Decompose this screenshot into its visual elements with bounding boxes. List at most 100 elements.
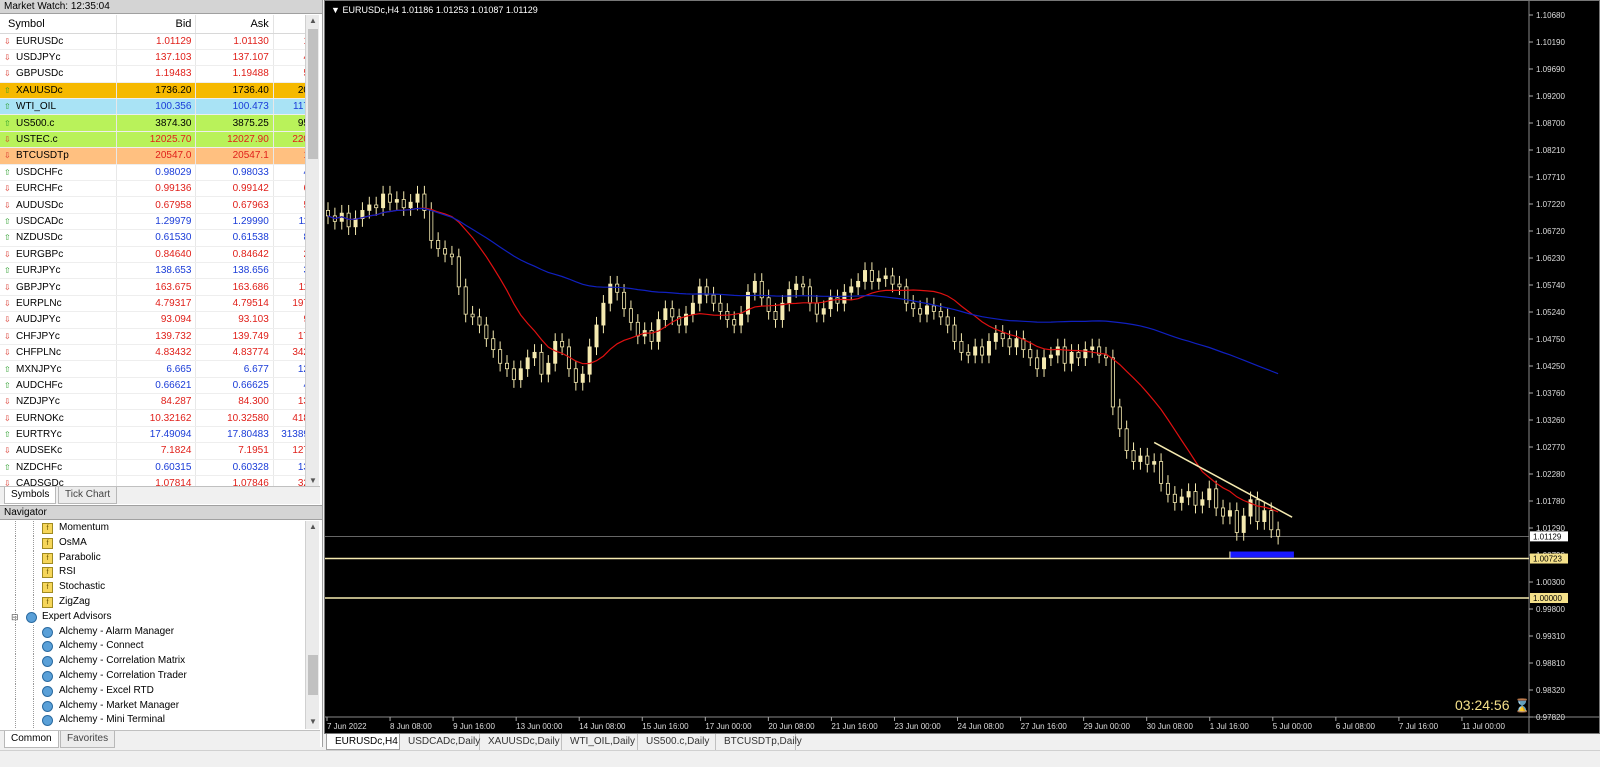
symbol-name: USDJPYc [16,52,61,64]
column-header-ask[interactable]: Ask [195,15,274,34]
market-watch-scrollbar[interactable]: ▲ ▼ [305,15,319,489]
price-tag-label: 1.00723 [1533,555,1562,564]
symbol-row[interactable]: ⇩ NZDJPYc 84.287 84.300 13 [0,393,314,411]
symbol-row[interactable]: ⇧ WTI_OIL 100.356 100.473 117 [0,98,314,116]
candle-body [1241,515,1246,533]
navigator-item[interactable]: Alchemy - Excel RTD [0,683,305,699]
symbol-row[interactable]: ⇧EURJPYc138.653138.6563 [0,262,314,280]
chart-canvas[interactable]: 1.10680 1.10190 1.09690 1.09200 1.08700 1.082… [325,1,1600,735]
tab-tick-chart[interactable]: Tick Chart [58,487,118,504]
ask-cell: 7.1951 [195,442,274,460]
price-label: 1.08210 [1536,146,1565,155]
candle-body [1221,507,1226,517]
scrollbar-thumb[interactable] [308,655,318,695]
scroll-up-icon[interactable]: ▲ [306,15,320,27]
symbol-row[interactable]: ⇧ MXNJPYc 6.665 6.677 12 [0,360,314,378]
navigator-folder[interactable]: ⊟ Expert Advisors [0,609,305,625]
price-label: 0.97820 [1536,713,1565,722]
navigator-item[interactable]: f OsMA [0,535,305,551]
collapse-icon[interactable]: ⊟ [11,610,19,625]
symbol-row[interactable]: ⇩AUDJPYc93.09493.1039 [0,311,314,329]
scrollbar-thumb[interactable] [308,29,318,159]
symbol-cell: ⇧ NZDCHFc [0,459,118,477]
symbol-row[interactable]: ⇩EURCHFc0.991360.991426 [0,180,314,198]
symbol-row[interactable]: ⇧USDCHFc0.980290.980334 [0,164,314,182]
symbol-row[interactable]: ⇧ NZDCHFc 0.60315 0.60328 13 [0,459,314,477]
symbol-row[interactable]: ⇩ EURNOKc 10.32162 10.32580 418 [0,409,314,427]
symbol-row[interactable]: ⇩ AUDSEKc 7.1824 7.1951 127 [0,442,314,460]
symbol-row[interactable]: ⇧ EURTRYc 17.49094 17.80483 31389 [0,426,314,444]
candle-body [628,308,633,323]
symbol-row[interactable]: ⇧ USDCADc 1.29979 1.29990 11 [0,213,314,231]
navigator-scrollbar[interactable]: ▲ ▼ [305,521,319,729]
navigator-item[interactable]: Alchemy - Correlation Matrix [0,654,305,670]
navigator-item[interactable]: f RSI [0,565,305,581]
scroll-up-icon[interactable]: ▲ [306,521,320,533]
chart-tab[interactable]: BTCUSDTp,Daily [716,734,802,750]
symbol-row[interactable]: ⇩ GBPJPYc 163.675 163.686 11 [0,278,314,296]
navigator-item[interactable]: Alchemy - Alarm Manager [0,624,305,640]
column-header-bid[interactable]: Bid [116,15,197,34]
tab-common[interactable]: Common [4,731,59,748]
symbol-name: XAUUSDc [16,84,63,96]
tab-symbols[interactable]: Symbols [4,487,57,504]
navigator-item[interactable]: Alchemy - Mini Terminal [0,713,305,729]
candle-body [993,332,998,342]
symbol-name: CHFJPYc [16,330,60,342]
tab-favorites[interactable]: Favorites [60,731,116,748]
symbol-row[interactable]: ⇩USDJPYc137.103137.1074 [0,49,314,67]
symbol-row[interactable]: ⇩ EURPLNc 4.79317 4.79514 197 [0,295,314,313]
chart-tab[interactable]: EURUSDc,H4 [326,734,400,750]
price-label: 0.99310 [1536,632,1565,641]
price-chart[interactable]: 1.10680 1.10190 1.09690 1.09200 1.08700 1.082… [324,0,1600,735]
symbol-row[interactable]: ⇧ US500.c 3874.30 3875.25 95 [0,114,314,132]
chart-tab[interactable]: USDCADc,Daily [400,734,480,750]
chart-tab[interactable]: XAUUSDc,Daily [480,734,562,750]
symbol-row[interactable]: ⇩BTCUSDTp20547.020547.11 [0,147,314,165]
candle-body [1138,455,1143,462]
navigator-item[interactable]: f Momentum [0,521,305,536]
symbol-row[interactable]: ⇩ CHFPLNc 4.83432 4.83774 342 [0,344,314,362]
candle-body [794,283,799,290]
candle-body [752,280,757,293]
symbol-row[interactable]: ⇩ USTEC.c 12025.70 12027.90 220 [0,131,314,149]
chart-menu-icon[interactable]: ▼ [331,5,340,15]
market-watch-title: Market Watch: 12:35:04 [0,0,322,14]
symbol-row[interactable]: ⇧AUDCHFc0.666210.666254 [0,377,314,395]
navigator-item[interactable]: Alchemy - Market Manager [0,698,305,714]
expert-advisor-icon [42,641,53,653]
symbol-row[interactable]: ⇩EURGBPc0.846400.846422 [0,246,314,263]
candle-body [587,346,592,375]
navigator-item[interactable]: Alchemy - Connect [0,639,305,655]
scroll-down-icon[interactable]: ▼ [306,716,320,728]
chart-tab[interactable]: WTI_OIL,Daily [562,734,638,750]
candle-body [1152,461,1157,465]
candle-body [449,253,454,258]
navigator-label: Alchemy - Market Manager [59,699,180,711]
navigator-item[interactable]: f ZigZag [0,594,305,610]
chart-tab[interactable]: US500.c,Daily [638,734,716,750]
navigator-item[interactable]: f Stochastic [0,580,305,596]
symbol-row[interactable]: ⇩GBPUSDc1.194831.194885 [0,65,314,83]
symbol-cell: ⇧ AUDCHFc [0,377,118,395]
time-label: 24 Jun 08:00 [958,722,1005,731]
symbol-row[interactable]: ⇩AUDUSDc0.679580.679635 [0,196,314,214]
arrow-down-icon: ⇩ [4,53,11,63]
symbol-row[interactable]: ⇩EURUSDc1.011291.011301 [0,33,314,50]
arrow-down-icon: ⇩ [4,413,11,423]
symbol-row[interactable]: ⇧NZDUSDc0.615300.615388 [0,229,314,247]
candle-body [828,297,833,310]
ask-cell: 0.99142 [195,180,274,198]
symbol-row[interactable]: ⇩ CHFJPYc 139.732 139.749 17 [0,328,314,345]
bid-cell: 163.675 [116,278,197,296]
ask-cell: 0.84642 [195,246,274,263]
ask-cell: 163.686 [195,278,274,296]
navigator-item[interactable]: f Parabolic [0,550,305,566]
candle-body [443,248,448,255]
bid-cell: 1.19483 [116,65,197,83]
column-header-symbol[interactable]: Symbol [0,15,118,34]
navigator-item[interactable]: Alchemy - Correlation Trader [0,668,305,684]
symbol-name: AUDUSDc [16,199,64,211]
symbol-row[interactable]: ⇧ XAUUSDc 1736.20 1736.40 20 [0,82,314,100]
candle-body [415,193,420,203]
